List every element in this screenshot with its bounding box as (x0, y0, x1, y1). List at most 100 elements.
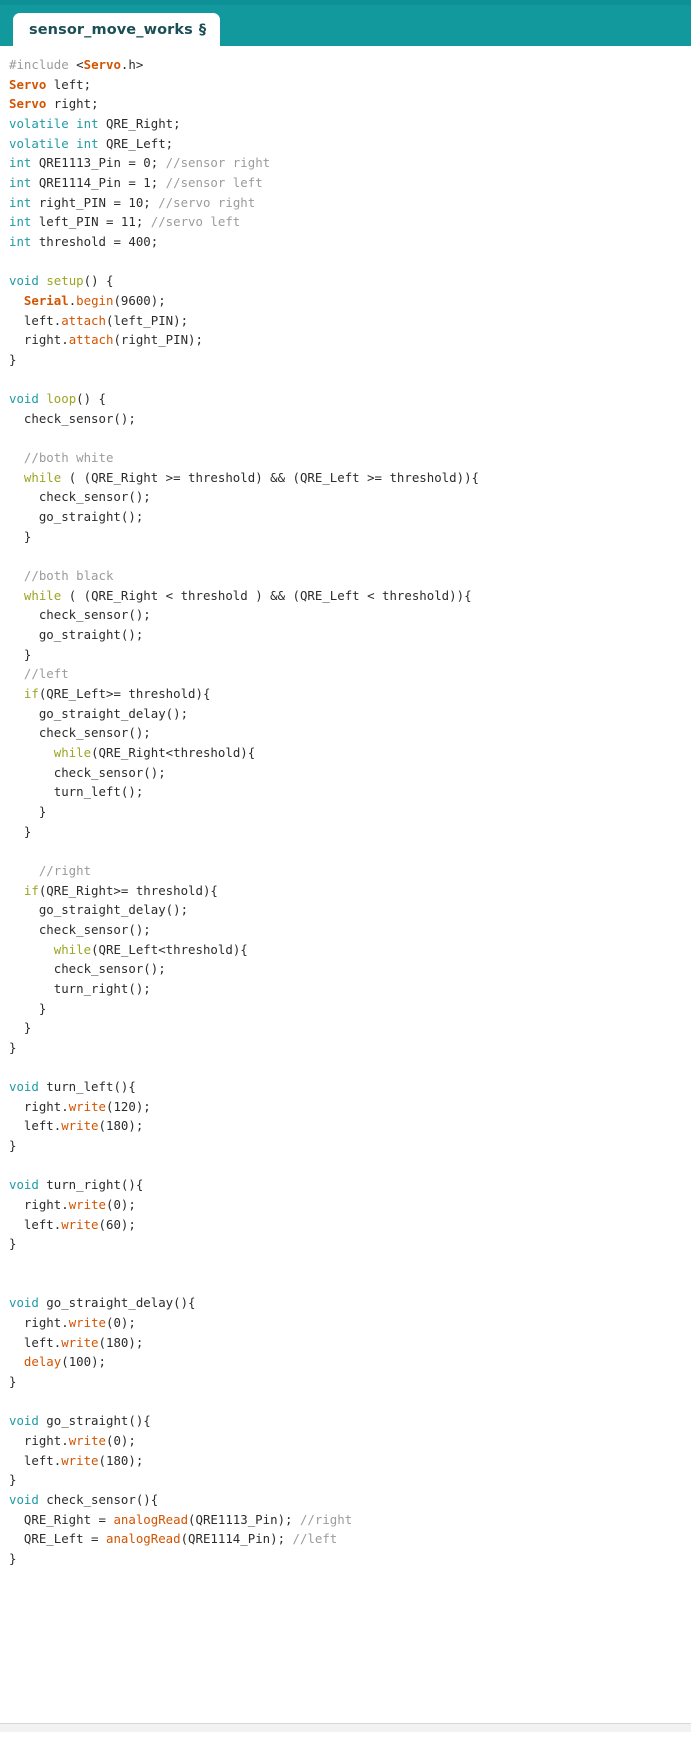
code-token: right. (9, 1315, 69, 1330)
code-token: write (61, 1334, 99, 1350)
code-token: while (53, 744, 92, 760)
code-token: volatile (9, 115, 69, 131)
code-token: left. (9, 1216, 62, 1232)
code-token: turn_left(){ (38, 1079, 136, 1095)
code-token: check_sensor(); (9, 921, 151, 937)
code-token: (QRE1114_Pin); (180, 1531, 293, 1547)
code-token: () { (76, 391, 106, 407)
code-token: go_straight_delay(); (9, 705, 189, 721)
code-token: //both black (23, 568, 114, 584)
code-token: } (9, 1000, 47, 1016)
code-token: } (9, 803, 47, 819)
tab-modified-marker: § (198, 21, 207, 38)
code-token: go_straight(); (9, 509, 144, 525)
code-token: void (9, 1177, 39, 1193)
code-token: QRE_Left; (98, 135, 174, 151)
editor-bottom-strip (0, 1724, 691, 1732)
code-token: (0); (106, 1197, 136, 1213)
code-token: Serial (23, 292, 69, 308)
code-token: setup (46, 273, 84, 289)
code-token: } (9, 823, 32, 839)
code-token: (QRE1113_Pin); (188, 1511, 300, 1527)
code-token: right. (9, 1432, 69, 1448)
code-token: right; (46, 96, 99, 112)
code-token: turn_right(); (9, 980, 151, 996)
code-token: loop (46, 391, 77, 407)
code-token: right_PIN = 10; (31, 194, 159, 210)
code-token: check_sensor(); (9, 764, 166, 780)
code-token: int (9, 214, 32, 230)
code-token: //sensor left (165, 174, 263, 190)
code-token: //left (292, 1531, 338, 1547)
code-token: check_sensor(); (9, 410, 136, 426)
code-token: if (23, 686, 39, 701)
code-token: write (61, 1452, 99, 1468)
code-token: void (9, 391, 39, 407)
code-token: (QRE_Left>= threshold){ (38, 686, 211, 701)
code-token: Servo (9, 96, 47, 112)
code-token: void (9, 1413, 39, 1429)
code-token: while (23, 469, 62, 485)
code-token: right. (9, 1197, 69, 1213)
code-token: } (9, 351, 17, 367)
code-token: while (23, 587, 62, 603)
code-token: if (23, 882, 39, 898)
code-token: void (9, 1491, 39, 1507)
code-token: volatile (9, 135, 69, 151)
code-token: } (9, 1472, 17, 1488)
code-token: delay (23, 1354, 62, 1370)
code-token: } (9, 1373, 17, 1389)
code-token: //left (23, 666, 69, 682)
code-token: attach (68, 332, 114, 348)
code-token: } (9, 646, 32, 662)
code-token: //servo left (150, 214, 241, 230)
code-token: check_sensor(); (9, 725, 151, 741)
code-token: right. (9, 1098, 69, 1114)
code-token: go_straight(); (9, 627, 144, 643)
code-token: void (9, 1295, 39, 1311)
code-token: } (9, 1039, 17, 1055)
code-token: (60); (98, 1216, 136, 1232)
code-token: .h> (120, 57, 144, 72)
code-token: write (68, 1432, 106, 1448)
code-editor-area[interactable]: #include <Servo.h> Servo left; Servo rig… (0, 46, 691, 1732)
code-token: //sensor right (165, 155, 271, 171)
code-token: left_PIN = 11; (31, 214, 151, 230)
code-token: int (9, 174, 32, 190)
tab-sensor-move-works[interactable]: sensor_move_works § (13, 13, 221, 46)
code-token: Servo (83, 57, 121, 72)
code-token: write (68, 1197, 106, 1213)
code-token: check_sensor(); (9, 489, 151, 505)
code-token: (120); (106, 1098, 151, 1114)
code-token: } (9, 1020, 32, 1036)
code-token: attach (61, 312, 106, 328)
source-code[interactable]: #include <Servo.h> Servo left; Servo rig… (0, 55, 691, 1569)
code-token: //servo right (158, 194, 256, 210)
code-token: write (68, 1315, 106, 1330)
code-token: threshold = 400; (31, 233, 159, 249)
code-token: int (9, 233, 32, 249)
code-token: left; (46, 76, 92, 92)
code-token: while (53, 941, 92, 957)
code-token: int (76, 135, 99, 151)
code-token: write (61, 1216, 99, 1232)
code-token: //right (38, 862, 92, 878)
code-token: #include (9, 57, 77, 72)
code-token: left. (9, 1452, 62, 1468)
code-token: left. (9, 312, 62, 328)
code-token: go_straight(){ (38, 1413, 151, 1429)
code-token: int (9, 194, 32, 210)
code-token: check_sensor(){ (38, 1491, 159, 1507)
code-token: (0); (106, 1432, 136, 1448)
tab-label: sensor_move_works (29, 21, 193, 38)
code-token: right. (9, 332, 69, 348)
